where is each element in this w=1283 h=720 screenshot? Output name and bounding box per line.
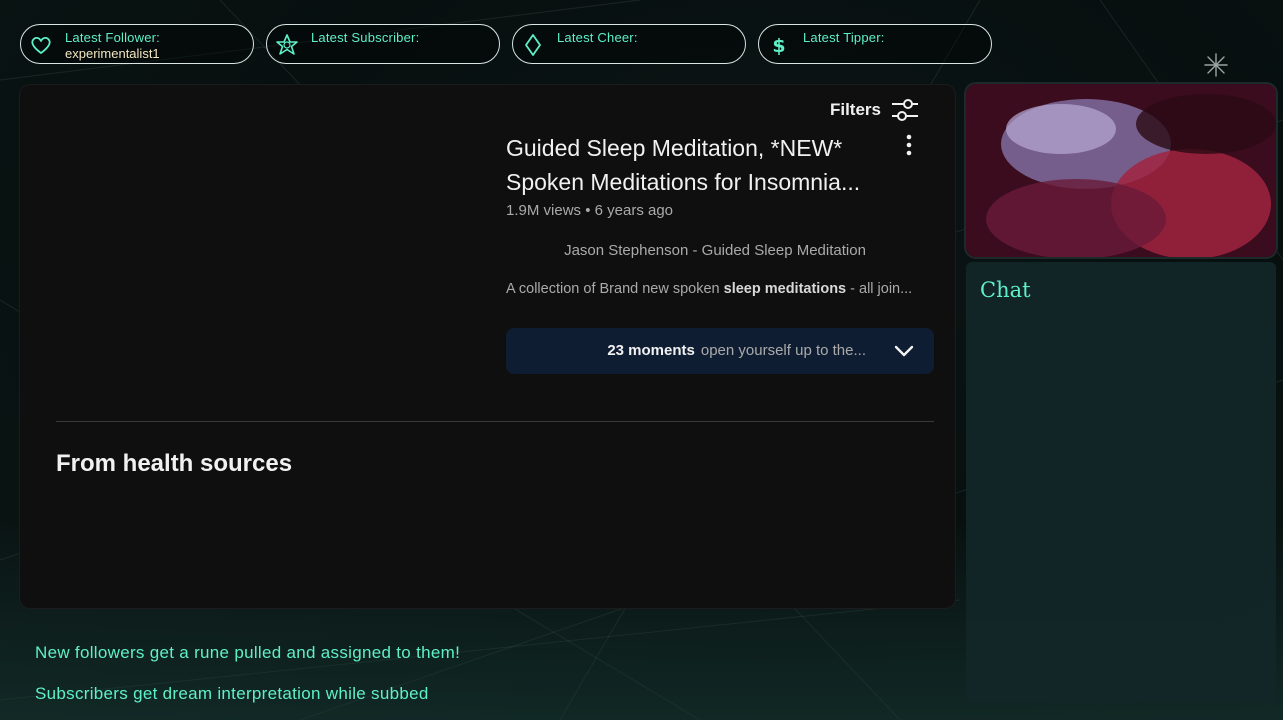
alert-label: Latest Tipper: bbox=[803, 30, 885, 45]
channel-name[interactable]: Jason Stephenson - Guided Sleep Meditati… bbox=[506, 242, 924, 259]
more-options-icon[interactable] bbox=[902, 133, 916, 157]
divider bbox=[56, 421, 934, 422]
video-title[interactable]: Guided Sleep Meditation, *NEW* Spoken Me… bbox=[506, 131, 886, 199]
alert-latest-cheer: Latest Cheer: bbox=[512, 24, 746, 64]
webcam-image bbox=[966, 84, 1276, 257]
alert-latest-tipper: $ Latest Tipper: bbox=[758, 24, 992, 64]
rule-subscribers: Subscribers get dream interpretation whi… bbox=[35, 684, 429, 703]
video-age: 6 years ago bbox=[594, 202, 674, 219]
moments-text: 23 moments open yourself up to the... bbox=[607, 342, 866, 359]
desc-post: - all join... bbox=[846, 281, 913, 297]
alert-latest-subscriber: Latest Subscriber: bbox=[266, 24, 500, 64]
section-title: From health sources bbox=[56, 450, 293, 477]
chat-title: Chat bbox=[980, 278, 1031, 302]
alert-label: Latest Follower: bbox=[65, 30, 160, 45]
chevron-down-icon bbox=[894, 345, 914, 357]
chat-panel: Chat bbox=[966, 262, 1276, 702]
video-title-line2: Spoken Meditations for Insomnia... bbox=[506, 169, 861, 195]
video-views: 1.9M views bbox=[506, 202, 582, 219]
moments-preview: open yourself up to the... bbox=[700, 342, 866, 359]
desc-pre: A collection of Brand new spoken bbox=[506, 281, 724, 297]
moments-expander[interactable]: 23 moments open yourself up to the... bbox=[506, 328, 934, 374]
alert-label: Latest Cheer: bbox=[557, 30, 638, 45]
video-description: A collection of Brand new spoken sleep m… bbox=[506, 281, 936, 297]
sparkle-icon bbox=[1204, 53, 1228, 77]
meta-separator: • bbox=[585, 202, 595, 219]
svg-text:$: $ bbox=[772, 35, 785, 57]
alert-label: Latest Subscriber: bbox=[311, 30, 420, 45]
rule-followers: New followers get a rune pulled and assi… bbox=[35, 643, 461, 662]
moments-count: 23 moments bbox=[607, 342, 695, 359]
desc-highlight: sleep meditations bbox=[723, 281, 847, 297]
filters-icon bbox=[892, 99, 918, 121]
alert-value: experimentalist1 bbox=[65, 46, 160, 61]
alert-latest-follower: Latest Follower: experimentalist1 bbox=[20, 24, 254, 64]
filters-button[interactable]: Filters bbox=[830, 97, 919, 123]
diamond-icon bbox=[525, 34, 541, 56]
video-title-line1: Guided Sleep Meditation, *NEW* bbox=[506, 135, 843, 161]
youtube-results-panel: Filters Guided Sleep Meditation, *NEW* S… bbox=[20, 85, 955, 608]
filters-label: Filters bbox=[829, 100, 881, 119]
webcam-feed bbox=[966, 84, 1276, 257]
star-icon bbox=[276, 34, 298, 55]
heart-icon bbox=[31, 36, 51, 54]
dollar-icon: $ bbox=[772, 35, 785, 57]
video-meta: 1.9M views • 6 years ago bbox=[506, 202, 673, 219]
